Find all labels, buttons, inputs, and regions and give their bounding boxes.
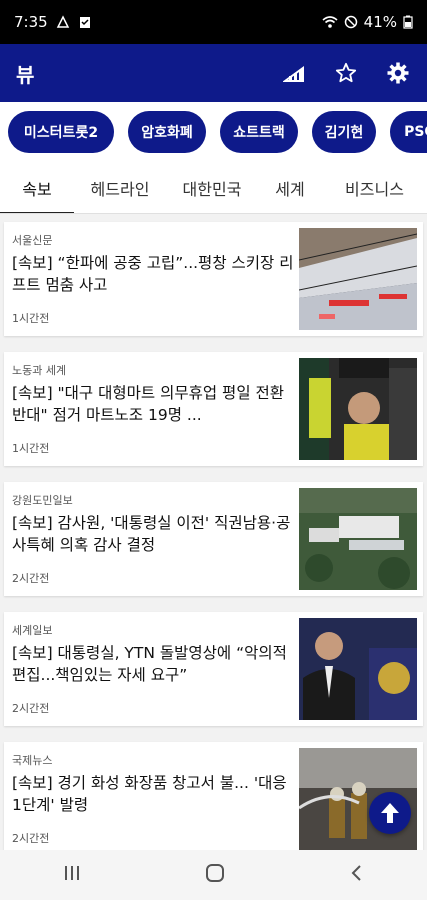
article-headline[interactable]: [속보] 감사원, '대통령실 이전' 직권남용·공사특혜 의혹 감사 결정: [12, 512, 294, 556]
system-nav-bar: [0, 850, 427, 900]
tab-world[interactable]: 세계: [258, 162, 322, 213]
presidential-office-photo: [299, 488, 417, 590]
article-card[interactable]: 노동과 세계 [속보] "대구 대형마트 의무휴업 평일 전환 반대" 점거 마…: [4, 352, 423, 466]
article-thumbnail[interactable]: [299, 488, 417, 590]
article-source: 노동과 세계: [12, 364, 67, 377]
arrow-up-icon: [381, 803, 399, 823]
chart-icon: [283, 66, 304, 82]
clock: 7:35: [14, 13, 48, 31]
article-source: 세계일보: [12, 624, 53, 637]
article-thumbnail[interactable]: [299, 358, 417, 460]
category-tabs: 속보 헤드라인 대한민국 세계 비즈니스: [0, 162, 427, 214]
app-title: 뷰: [16, 62, 35, 87]
recent-apps-button[interactable]: [62, 863, 82, 887]
article-card[interactable]: 국제뉴스 [속보] 경기 화성 화장품 창고서 불... '대응 1단계' 발령…: [4, 742, 423, 850]
back-icon: [351, 864, 361, 881]
back-button[interactable]: [349, 863, 365, 888]
chip-psg[interactable]: PSG: [390, 111, 427, 153]
scroll-to-top-button[interactable]: [369, 792, 411, 834]
trending-button[interactable]: [281, 60, 307, 86]
alert-icon: [56, 15, 69, 28]
article-source: 국제뉴스: [12, 754, 53, 767]
chip-mistertrot2[interactable]: 미스터트롯2: [8, 111, 114, 153]
ski-resort-photo: [299, 228, 417, 330]
article-headline[interactable]: [속보] 경기 화성 화장품 창고서 불... '대응 1단계' 발령: [12, 772, 294, 816]
recent-apps-icon: [64, 866, 79, 880]
chip-short-track[interactable]: 쇼트트랙: [220, 111, 298, 153]
protest-photo: [299, 358, 417, 460]
article-time: 2시간전: [12, 572, 50, 585]
article-time: 2시간전: [12, 832, 50, 845]
tab-breaking[interactable]: 속보: [0, 162, 74, 213]
article-time: 2시간전: [12, 702, 50, 715]
battery-level: 41%: [363, 13, 397, 31]
article-thumbnail[interactable]: [299, 228, 417, 330]
article-headline[interactable]: [속보] “한파에 공중 고립”...평창 스키장 리프트 멈춤 사고: [12, 252, 294, 296]
do-not-disturb-icon: [344, 15, 357, 29]
topic-chips: 미스터트롯2 암호화폐 쇼트트랙 김기현 PSG: [0, 102, 427, 162]
battery-icon: [403, 15, 413, 29]
tab-business[interactable]: 비즈니스: [322, 162, 427, 213]
article-card[interactable]: 세계일보 [속보] 대통령실, YTN 돌발영상에 “악의적 편집...책임있는…: [4, 612, 423, 726]
gear-icon: [387, 62, 409, 84]
clipboard-icon: [79, 17, 90, 28]
wifi-icon: [322, 16, 338, 28]
status-bar: 7:35 41%: [0, 0, 427, 44]
article-feed: 서울신문 [속보] “한파에 공중 고립”...평창 스키장 리프트 멈춤 사고…: [0, 218, 427, 850]
article-headline[interactable]: [속보] "대구 대형마트 의무휴업 평일 전환 반대" 점거 마트노조 19명…: [12, 382, 294, 426]
app-bar: 뷰: [0, 44, 427, 102]
briefing-photo: [299, 618, 417, 720]
article-source: 서울신문: [12, 234, 53, 247]
article-card[interactable]: 강원도민일보 [속보] 감사원, '대통령실 이전' 직권남용·공사특혜 의혹 …: [4, 482, 423, 596]
tab-korea[interactable]: 대한민국: [166, 162, 258, 213]
article-source: 강원도민일보: [12, 494, 73, 507]
article-card[interactable]: 서울신문 [속보] “한파에 공중 고립”...평창 스키장 리프트 멈춤 사고…: [4, 222, 423, 336]
settings-button[interactable]: [385, 60, 411, 86]
article-headline[interactable]: [속보] 대통령실, YTN 돌발영상에 “악의적 편집...책임있는 자세 요…: [12, 642, 294, 686]
chip-kim-gihyeon[interactable]: 김기현: [312, 111, 376, 153]
star-icon: [335, 62, 357, 83]
article-time: 1시간전: [12, 312, 50, 325]
favorites-button[interactable]: [333, 60, 359, 86]
tab-headline[interactable]: 헤드라인: [74, 162, 166, 213]
article-thumbnail[interactable]: [299, 618, 417, 720]
article-time: 1시간전: [12, 442, 50, 455]
chip-crypto[interactable]: 암호화폐: [128, 111, 206, 153]
home-icon: [206, 863, 225, 882]
home-button[interactable]: [205, 863, 225, 888]
